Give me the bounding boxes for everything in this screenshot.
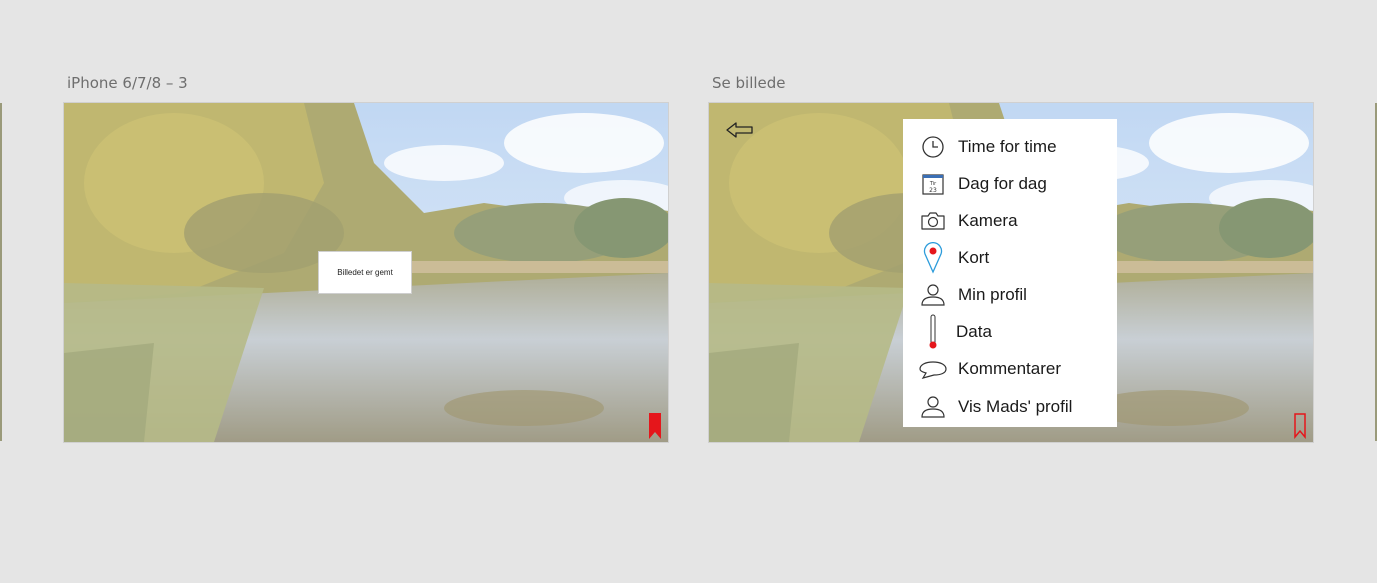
menu-item-data[interactable]: Data: [903, 313, 1117, 350]
menu-item-label: Dag for dag: [958, 173, 1047, 193]
menu-item-label: Kamera: [958, 210, 1018, 230]
previous-artboard-edge: [0, 103, 2, 441]
menu-item-min-profil[interactable]: Min profil: [903, 276, 1117, 313]
artboard-view-image[interactable]: Time for time Tir 23 Dag for dag Kamera: [709, 103, 1313, 442]
menu-item-label: Vis Mads' profil: [958, 396, 1073, 416]
navigation-menu: Time for time Tir 23 Dag for dag Kamera: [903, 119, 1117, 427]
user-icon: [919, 393, 947, 421]
menu-item-dag-for-dag[interactable]: Tir 23 Dag for dag: [903, 165, 1117, 202]
menu-item-kort[interactable]: Kort: [903, 239, 1117, 276]
speech-bubble-icon: [919, 355, 947, 383]
clock-icon: [919, 133, 947, 161]
menu-item-label: Data: [956, 321, 992, 341]
saved-toast: Billedet er gemt: [318, 251, 412, 294]
camera-icon: [919, 207, 947, 235]
user-icon: [919, 281, 947, 309]
menu-item-label: Time for time: [958, 136, 1057, 156]
menu-item-label: Kort: [958, 247, 990, 267]
calendar-icon: Tir 23: [919, 170, 947, 198]
menu-item-kommentarer[interactable]: Kommentarer: [903, 350, 1117, 387]
menu-item-vis-mads-profil[interactable]: Vis Mads' profil: [903, 388, 1117, 425]
map-pin-icon: [919, 241, 947, 274]
artboard-saved-image[interactable]: Billedet er gemt: [64, 103, 668, 442]
bookmark-outline-icon[interactable]: [1294, 413, 1306, 439]
artboard-title: iPhone 6/7/8 – 3: [67, 74, 188, 92]
menu-item-label: Min profil: [958, 284, 1027, 304]
artboard-title: Se billede: [712, 74, 786, 92]
menu-item-kamera[interactable]: Kamera: [903, 202, 1117, 239]
thermometer-icon: [919, 314, 947, 348]
back-arrow-icon[interactable]: [725, 121, 755, 139]
svg-text:23: 23: [929, 187, 937, 194]
bookmark-icon[interactable]: [649, 413, 661, 439]
menu-item-time-for-time[interactable]: Time for time: [903, 128, 1117, 165]
menu-item-label: Kommentarer: [958, 358, 1061, 378]
